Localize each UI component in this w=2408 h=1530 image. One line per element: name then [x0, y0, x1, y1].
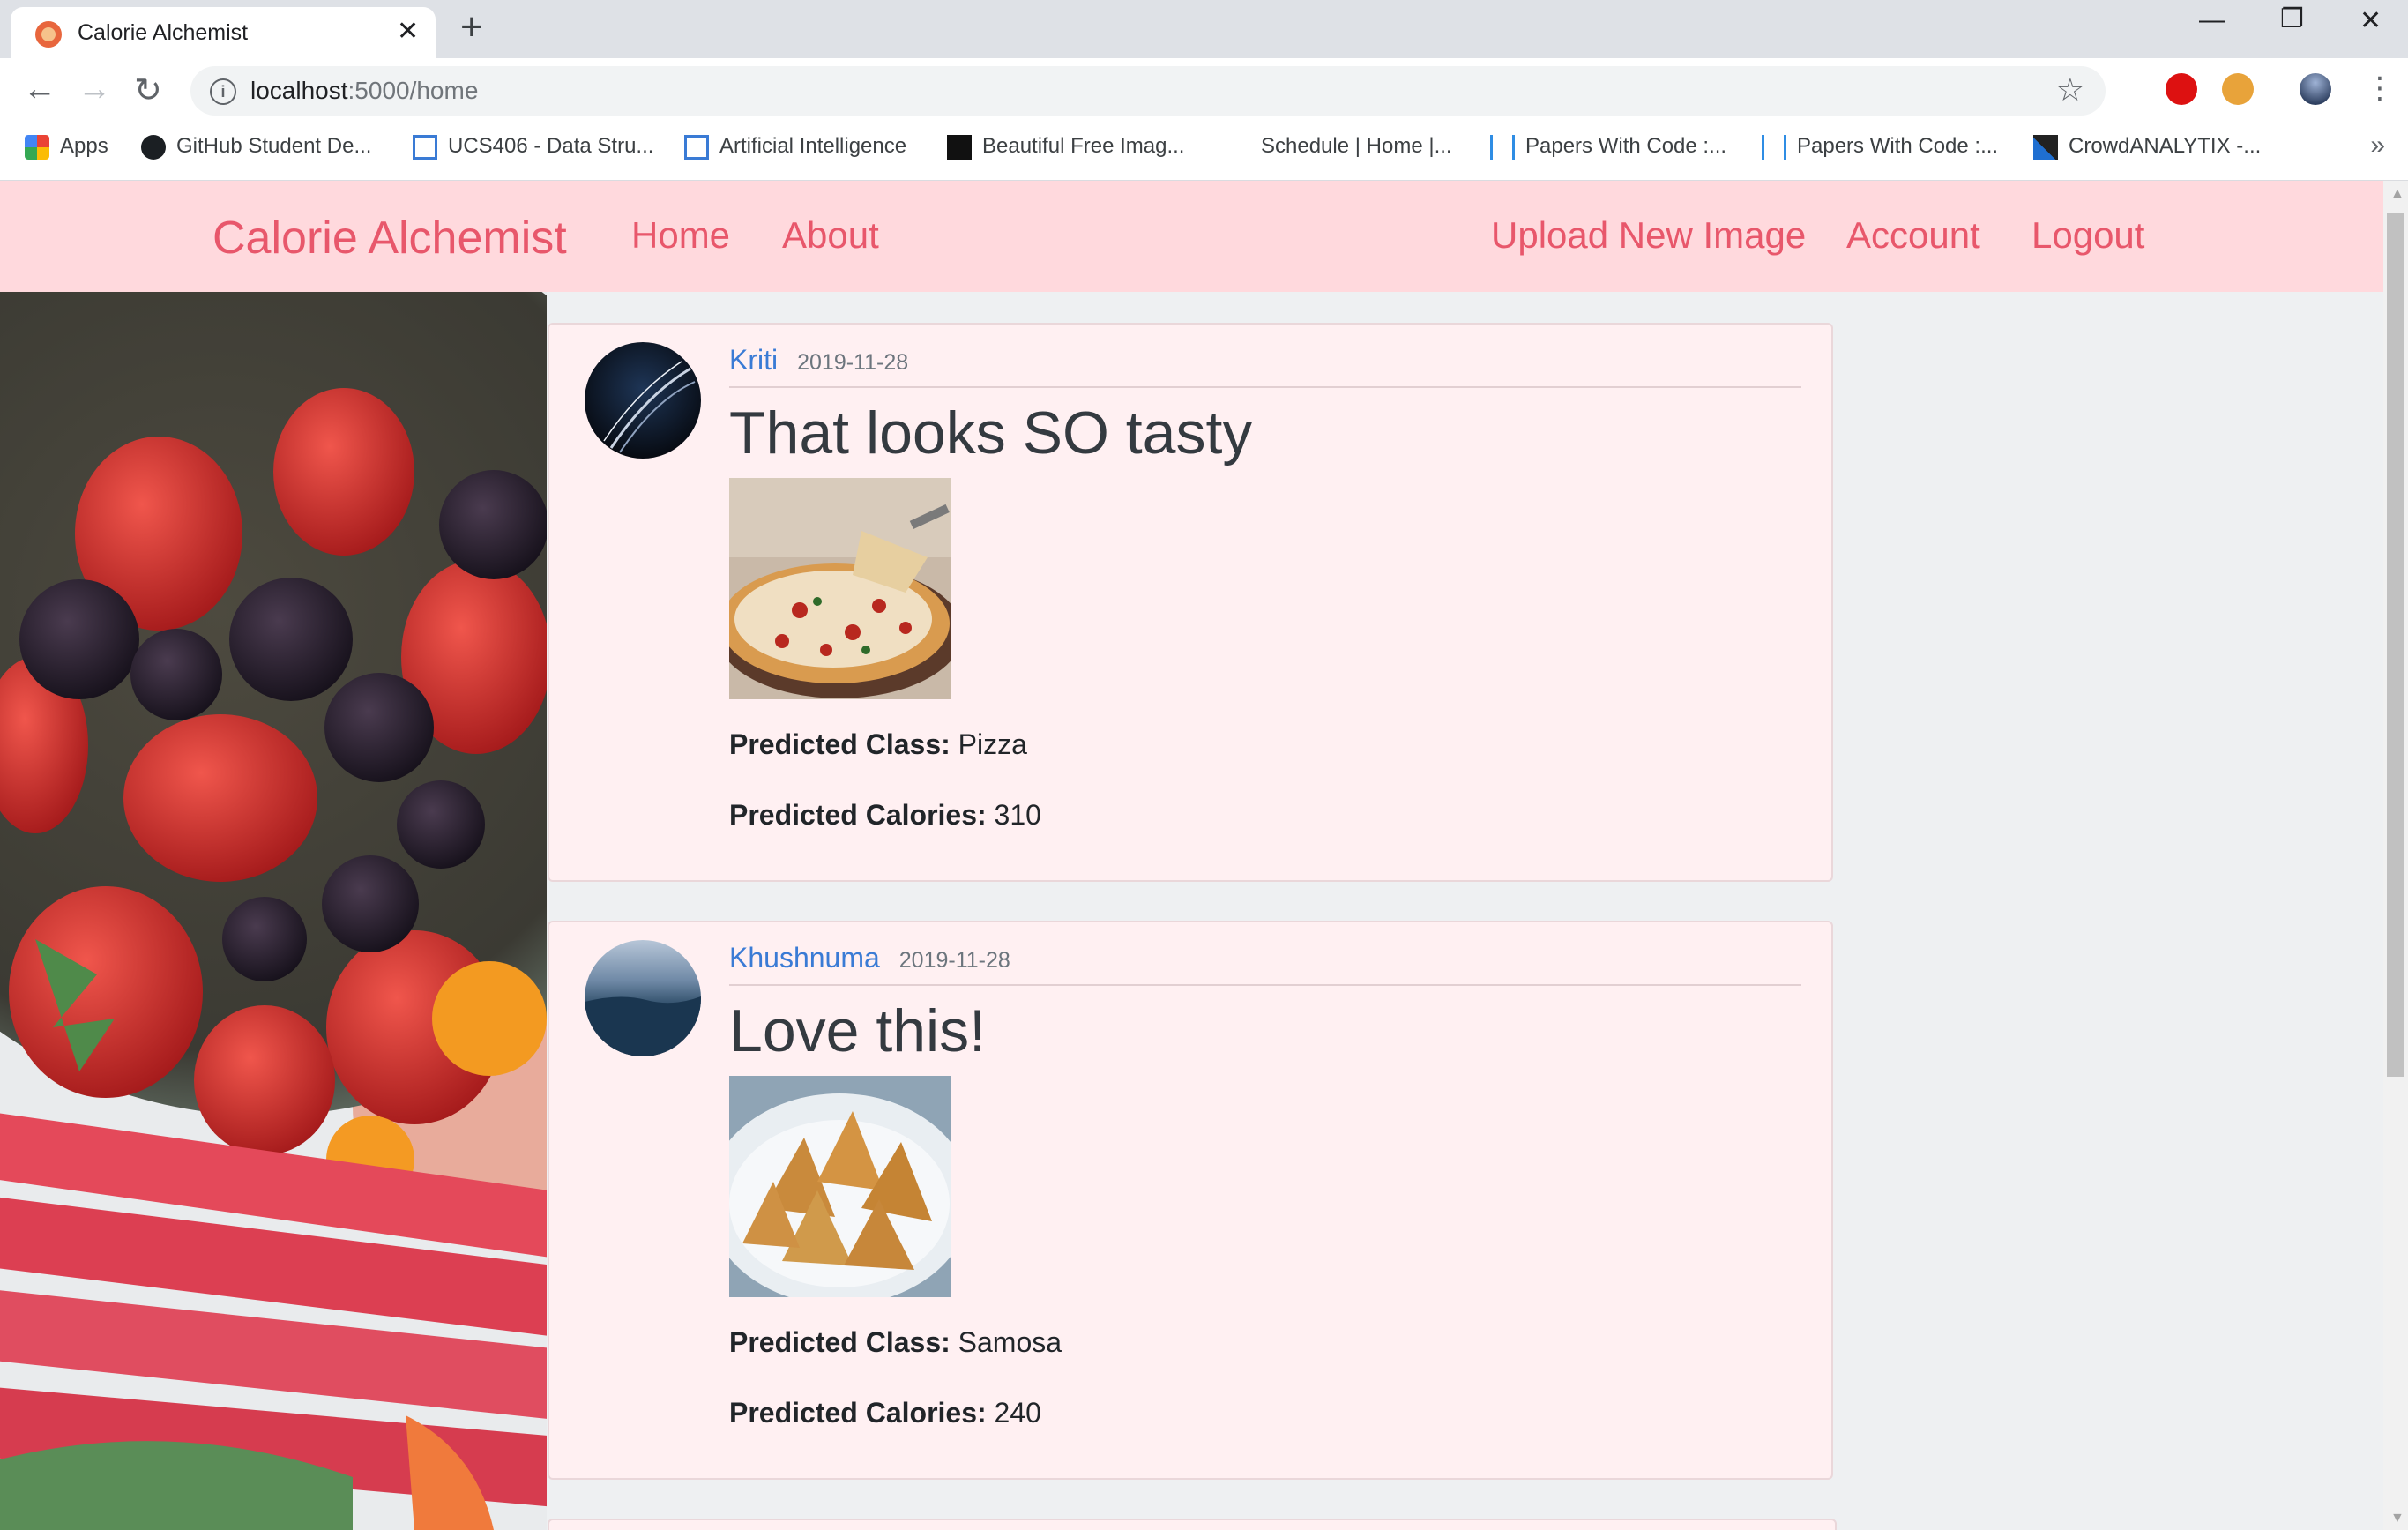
bookmarks-bar: Apps GitHub Student De... UCS406 - Data … — [0, 123, 2408, 182]
post-metadata: Khushnuma 2019-11-28 — [729, 942, 1801, 986]
samosa-image — [729, 1076, 951, 1297]
predicted-class-value: Pizza — [958, 728, 1027, 760]
close-tab-icon[interactable]: ✕ — [397, 16, 419, 47]
pizza-image — [729, 478, 951, 699]
bookmark-label: Beautiful Free Imag... — [982, 134, 1185, 158]
bookmark-star-icon[interactable]: ☆ — [2056, 71, 2084, 108]
back-arrow-icon[interactable]: ← — [23, 71, 56, 108]
bookmark-label: Apps — [60, 134, 108, 158]
predicted-calories-value: 240 — [994, 1397, 1041, 1429]
post-metadata: Kriti 2019-11-28 — [729, 344, 1801, 388]
post-date: 2019-11-28 — [797, 350, 909, 375]
bookmark-crowdanalytix[interactable]: CrowdANALYTIX -... — [2033, 134, 2261, 160]
profile-avatar-icon[interactable] — [2300, 73, 2331, 105]
nav-about-link[interactable]: About — [782, 214, 879, 257]
page-viewport: Calorie Alchemist Home About Upload New … — [0, 181, 2383, 1530]
tab-title: Calorie Alchemist — [78, 20, 249, 45]
predicted-calories-value: 310 — [994, 799, 1041, 831]
page-icon — [684, 134, 709, 160]
nav-account-link[interactable]: Account — [1846, 214, 1980, 257]
browser-toolbar: ← → ↻ i localhost:5000/home ☆ ⋮ — [0, 58, 2408, 123]
scroll-down-arrow-icon[interactable]: ▼ — [2390, 1511, 2404, 1526]
predicted-calories-label: Predicted Calories: — [729, 799, 987, 831]
cookie-extension-icon[interactable] — [2222, 73, 2254, 105]
bookmark-label: CrowdANALYTIX -... — [2069, 134, 2262, 158]
nav-upload-link[interactable]: Upload New Image — [1491, 214, 1806, 257]
bookmark-unsplash[interactable]: Beautiful Free Imag... — [947, 134, 1184, 160]
predicted-class-label: Predicted Class: — [729, 728, 951, 760]
bookmark-apps[interactable]: Apps — [25, 134, 108, 160]
bookmark-papers-with-code-1[interactable]: Papers With Code :... — [1490, 134, 1726, 160]
crowdanalytix-icon — [2033, 134, 2058, 160]
avatar — [585, 342, 701, 459]
post-author-link[interactable]: Kriti — [729, 344, 778, 376]
restore-icon[interactable]: ❐ — [2280, 4, 2304, 34]
post-author-link[interactable]: Khushnuma — [729, 942, 880, 974]
predicted-class-label: Predicted Class: — [729, 1326, 951, 1358]
papers-with-code-icon — [1762, 134, 1786, 160]
predicted-class-value: Samosa — [958, 1326, 1062, 1358]
site-info-icon[interactable]: i — [210, 78, 236, 105]
forward-arrow-icon[interactable]: → — [78, 71, 111, 108]
page-scrollbar[interactable]: ▲ ▼ — [2383, 181, 2408, 1530]
bookmark-papers-with-code-2[interactable]: Papers With Code :... — [1762, 134, 1998, 160]
adblock-extension-icon[interactable] — [2166, 73, 2197, 105]
post-date: 2019-11-28 — [898, 948, 1010, 973]
url-path: :5000/home — [347, 77, 479, 104]
bookmark-github[interactable]: GitHub Student De... — [141, 134, 371, 160]
bookmark-label: UCS406 - Data Stru... — [448, 134, 654, 158]
bookmark-ai[interactable]: Artificial Intelligence — [684, 134, 906, 160]
scroll-up-arrow-icon[interactable]: ▲ — [2390, 186, 2404, 202]
reload-icon[interactable]: ↻ — [134, 71, 162, 110]
nav-logout-link[interactable]: Logout — [2032, 214, 2144, 257]
fruit-background-image — [0, 181, 547, 1530]
post-title-link[interactable]: That looks SO tasty — [729, 399, 1252, 467]
bookmark-label: GitHub Student De... — [176, 134, 372, 158]
predicted-class: Predicted Class: Samosa — [729, 1326, 1062, 1359]
predicted-calories-label: Predicted Calories: — [729, 1397, 987, 1429]
github-icon — [141, 134, 166, 160]
post-title-link[interactable]: Love this! — [729, 996, 986, 1065]
scrollbar-thumb[interactable] — [2387, 213, 2404, 1077]
bookmark-label: Papers With Code :... — [1797, 134, 1999, 158]
url-text: localhost:5000/home — [250, 77, 478, 105]
post-card: Khushnuma 2019-11-28 Love this! Predicted… — [548, 921, 1833, 1480]
minimize-icon[interactable]: — — [2199, 5, 2225, 35]
menu-kebab-icon[interactable]: ⋮ — [2365, 71, 2395, 106]
unsplash-icon — [947, 134, 972, 160]
predicted-calories: Predicted Calories: 310 — [729, 799, 1041, 832]
browser-titlebar: Calorie Alchemist ✕ + — ❐ ✕ — [0, 0, 2408, 58]
more-bookmarks-icon[interactable]: » — [2370, 131, 2385, 160]
bookmark-ucs406[interactable]: UCS406 - Data Stru... — [413, 134, 653, 160]
post-card-partial — [548, 1519, 1837, 1530]
avatar — [585, 940, 701, 1056]
bookmark-label: Schedule | Home |... — [1261, 134, 1452, 158]
papers-with-code-icon — [1490, 134, 1515, 160]
site-navbar: Calorie Alchemist Home About Upload New … — [0, 181, 2383, 292]
bookmark-label: Artificial Intelligence — [719, 134, 907, 158]
browser-tab[interactable]: Calorie Alchemist ✕ — [11, 7, 436, 58]
pizza-favicon-icon — [35, 21, 62, 48]
predicted-calories: Predicted Calories: 240 — [729, 1397, 1041, 1429]
page-icon — [413, 134, 437, 160]
nav-home-link[interactable]: Home — [631, 214, 730, 257]
url-host: localhost — [250, 77, 348, 104]
new-tab-button[interactable]: + — [460, 5, 483, 49]
close-window-icon[interactable]: ✕ — [2360, 5, 2382, 36]
predicted-class: Predicted Class: Pizza — [729, 728, 1027, 761]
address-bar[interactable]: i localhost:5000/home ☆ — [190, 66, 2106, 116]
brand-logo-link[interactable]: Calorie Alchemist — [212, 212, 567, 265]
post-card: Kriti 2019-11-28 That looks SO tasty Pred… — [548, 323, 1833, 882]
bookmark-label: Papers With Code :... — [1525, 134, 1727, 158]
apps-grid-icon — [25, 134, 49, 160]
bookmark-schedule[interactable]: Schedule | Home |... — [1261, 134, 1452, 159]
